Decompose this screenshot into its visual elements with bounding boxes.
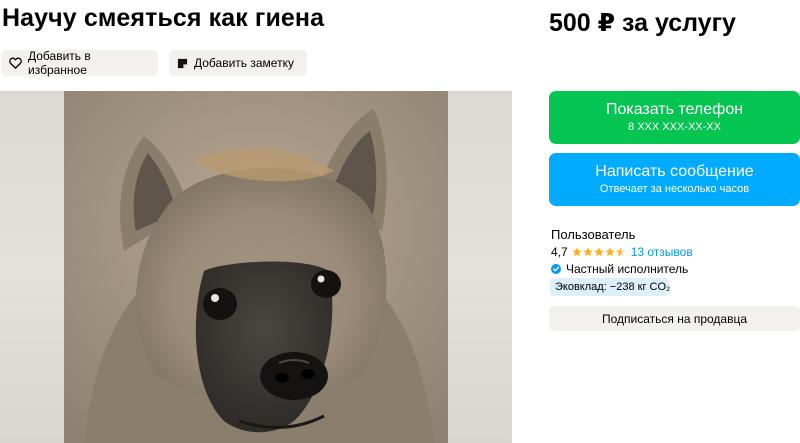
show-phone-button[interactable]: Показать телефон 8 XXX XXX-XX-XX — [549, 91, 800, 144]
heart-icon — [9, 57, 22, 69]
masked-phone: 8 XXX XXX-XX-XX — [628, 121, 721, 133]
verified-check-icon — [551, 263, 561, 274]
rating-stars — [572, 247, 626, 257]
gallery-blur-right — [448, 91, 512, 443]
gallery-blur-left — [0, 91, 64, 443]
eco-contribution-badge[interactable]: Эковклад: −238 кг CO₂ — [550, 278, 670, 296]
write-message-button[interactable]: Написать сообщение Отвечает за несколько… — [549, 153, 800, 206]
star-icon — [605, 247, 615, 257]
star-icon — [594, 247, 604, 257]
write-message-label: Написать сообщение — [595, 163, 754, 180]
add-to-favorites-label: Добавить в избранное — [28, 49, 91, 77]
star-icon — [572, 247, 582, 257]
response-time: Отвечает за несколько часов — [599, 183, 750, 195]
show-phone-label: Показать телефон — [605, 101, 744, 118]
star-half-icon — [616, 247, 626, 257]
seller-name[interactable]: Пользователь — [551, 227, 635, 242]
note-icon — [177, 58, 188, 68]
star-icon — [583, 247, 593, 257]
add-note-button[interactable]: Добавить заметку — [169, 50, 307, 76]
seller-rating: 4,7 13 отзывов — [551, 245, 693, 259]
price: 500 ₽ за услугу — [549, 9, 736, 37]
hyena-photo[interactable] — [64, 91, 448, 443]
add-note-label: Добавить заметку — [194, 56, 294, 70]
add-to-favorites-button[interactable]: Добавить в избранное — [1, 49, 158, 77]
seller-type: Частный исполнитель — [551, 261, 688, 276]
photo-gallery[interactable] — [0, 91, 512, 443]
rating-value: 4,7 — [551, 245, 568, 259]
seller-type-label: Частный исполнитель — [566, 261, 689, 276]
listing-title: Научу смеяться как гиена — [2, 4, 325, 32]
reviews-link[interactable]: 13 отзывов — [631, 245, 693, 259]
subscribe-seller-button[interactable]: Подписаться на продавца — [549, 306, 800, 331]
